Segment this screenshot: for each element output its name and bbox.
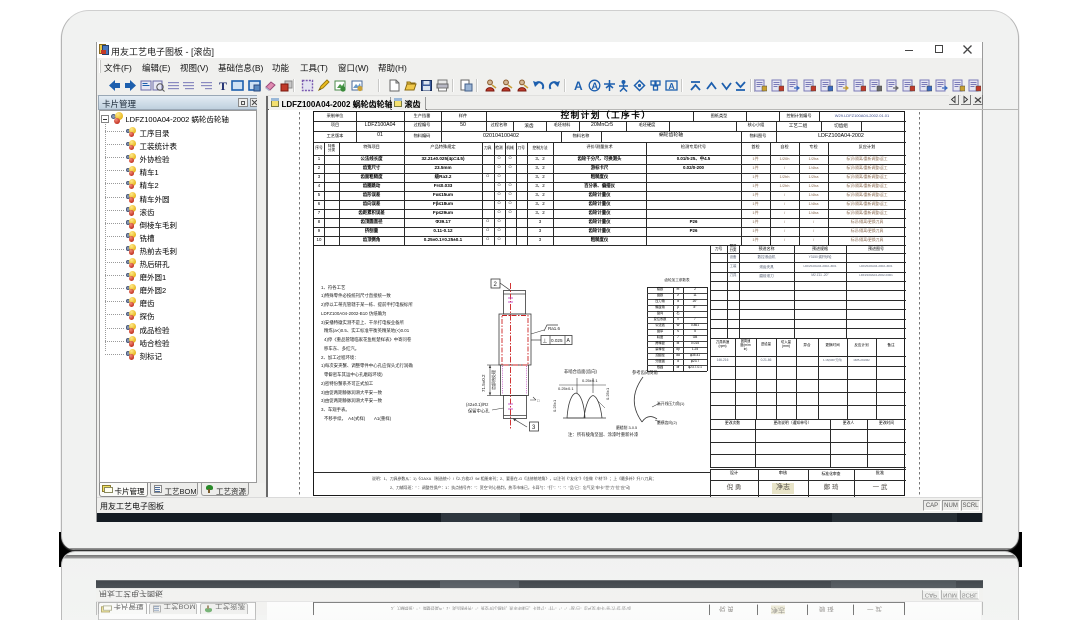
svg-text:Ra1.6: Ra1.6 [548, 326, 561, 331]
svg-text:A: A [574, 79, 583, 92]
svg-text:磨横齿向(2): 磨横齿向(2) [657, 420, 678, 425]
svg-text:参考齿向倒角: 参考齿向倒角 [632, 369, 658, 376]
svg-text:磨糙削 3-0.5: 磨糙削 3-0.5 [616, 425, 637, 430]
svg-text:渐开线压力角(1): 渐开线压力角(1) [657, 401, 685, 406]
svg-text:注：所有棱角坚固、涂漆时重新补漆: 注：所有棱角坚固、涂漆时重新补漆 [568, 431, 639, 438]
svg-text:0.25±1: 0.25±1 [552, 399, 557, 412]
svg-text:0.25±1: 0.25±1 [605, 387, 610, 400]
svg-text:0.25±0.1: 0.25±0.1 [582, 378, 598, 383]
svg-text:0.25±0.1: 0.25±0.1 [558, 386, 574, 391]
svg-text:A: A [669, 81, 675, 91]
svg-text:0.025: 0.025 [551, 338, 563, 343]
svg-text:71.5±0.2: 71.5±0.2 [481, 374, 486, 392]
svg-text:保留中心孔: 保留中心孔 [468, 408, 490, 415]
svg-text:(42±0.1)/Rz: (42±0.1)/Rz [466, 402, 488, 407]
svg-text:A: A [592, 81, 599, 91]
svg-text:非啮合齿面(齿向): 非啮合齿面(齿向) [564, 368, 598, 375]
svg-text:⊥: ⊥ [543, 338, 548, 345]
svg-text:齿部热处理: 齿部热处理 [490, 370, 496, 390]
svg-text:T: T [219, 79, 227, 92]
svg-text:□: □ [537, 398, 540, 403]
